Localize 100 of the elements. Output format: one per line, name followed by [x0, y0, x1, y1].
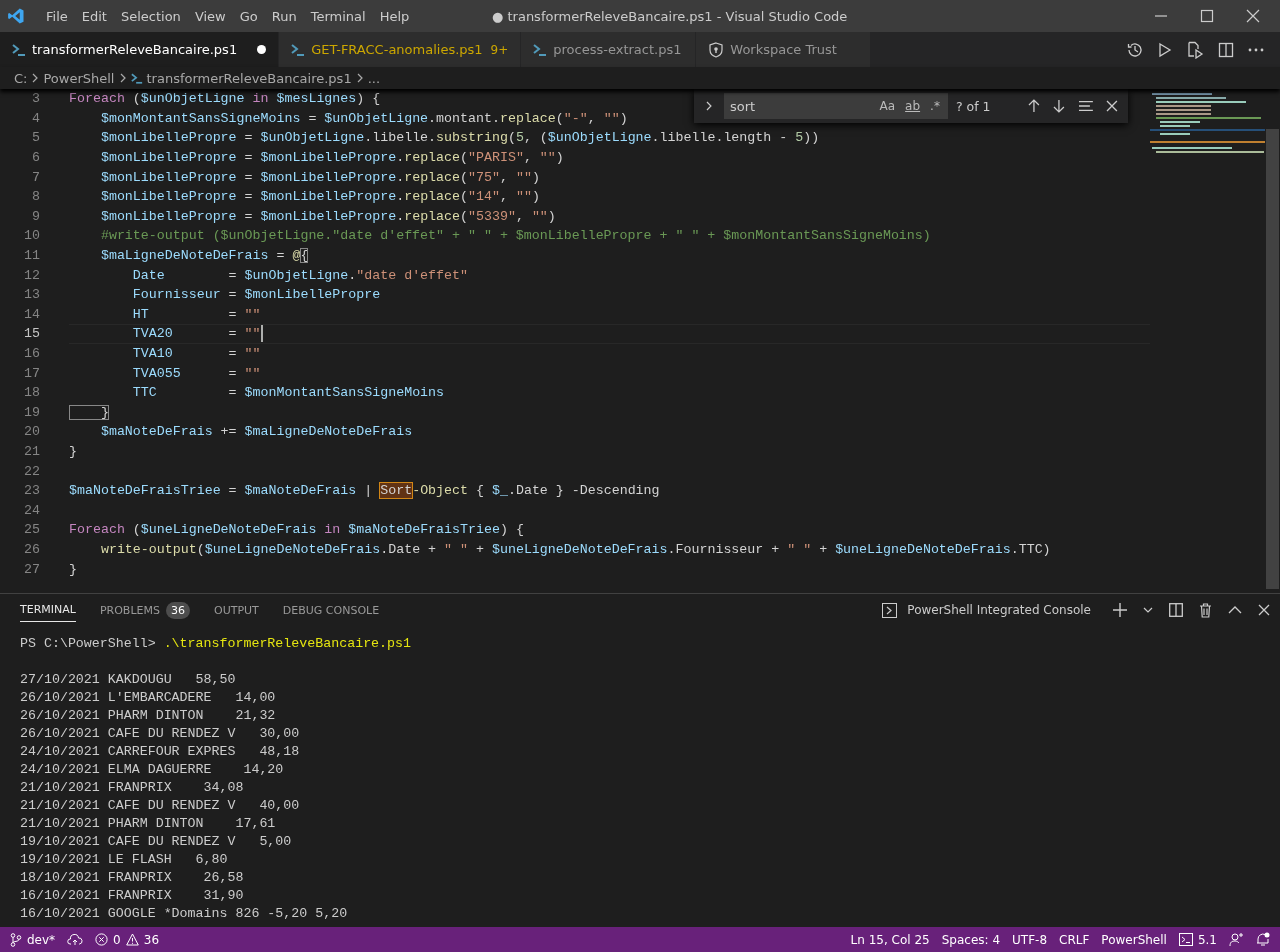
breadcrumb-item[interactable]: PowerShell	[43, 70, 115, 86]
terminal-output-line: 24/10/2021 CARREFOUR EXPRES 48,18	[20, 743, 300, 759]
arrow-down-icon[interactable]	[1052, 99, 1067, 113]
line-number: 13	[23, 287, 40, 303]
error-icon	[95, 933, 109, 946]
terminal-output-line: 21/10/2021 CAFE DU RENDEZ V 40,00	[20, 797, 300, 813]
version-status[interactable]: 5.1	[1178, 932, 1217, 947]
editor-tab[interactable]: GET-FRACC-anomalies.ps1 9+	[279, 32, 522, 67]
terminal-output-line: 18/10/2021 FRANPRIX 26,58	[20, 869, 244, 885]
terminal-output-line: 26/10/2021 PHARM DINTON 21,32	[20, 707, 276, 723]
code-line: $maNoteDeFrais += $maLigneDeNoteDeFrais	[99, 424, 413, 440]
menu-item[interactable]: Terminal	[303, 8, 373, 24]
find-option-toggle[interactable]: Aa	[877, 98, 898, 114]
lines-icon[interactable]	[1078, 100, 1095, 112]
branch-status[interactable]: dev*	[10, 932, 56, 947]
terminal-output-line: 16/10/2021 FRANPRIX 31,90	[20, 887, 244, 903]
code-line: TVA10 = ""	[131, 346, 261, 361]
chevron-down-icon[interactable]	[1143, 606, 1153, 614]
code-line: $monLibellePropre = $monLibellePropre.replace("5339", "")	[99, 208, 556, 224]
cloud-upload-icon[interactable]	[67, 933, 84, 946]
maximize-icon[interactable]	[1200, 9, 1214, 23]
chevron-icon	[31, 73, 40, 83]
line-number: 22	[23, 463, 40, 479]
bell-icon[interactable]	[1256, 932, 1270, 947]
editor-tab[interactable]: transformerReleveBancaire.ps1	[0, 32, 280, 67]
code-line: Foreach ($unObjetLigne in $mesLignes) {	[69, 91, 381, 107]
panel-tab[interactable]: OUTPUT	[214, 598, 259, 622]
line-number: 7	[31, 169, 40, 185]
terminal-icon	[882, 602, 898, 618]
menu-item[interactable]: Run	[264, 8, 304, 24]
breadcrumb-item[interactable]: C:	[14, 70, 28, 86]
code-line: Foreach ($uneLigneDeNoteDeFrais in $maNoteDeFraisTriee) {	[69, 522, 524, 538]
terminal-prompt-icon	[130, 72, 143, 84]
plus-icon[interactable]	[1113, 603, 1127, 617]
terminal-command: .\transformerReleveBancaire.ps1	[163, 635, 411, 651]
feedback-icon[interactable]	[1229, 932, 1244, 947]
trash-icon[interactable]	[1199, 602, 1212, 618]
line-number: 5	[31, 130, 40, 146]
match-count: ? of 1	[955, 98, 991, 114]
code-line: Date = $unObjetLigne."date d'effet"	[131, 267, 468, 283]
code-line: TTC = $monMontantSansSigneMoins	[131, 385, 445, 401]
status-item[interactable]: Ln 15, Col 25	[850, 932, 930, 947]
split-terminal-icon[interactable]	[1169, 603, 1183, 617]
problems-status[interactable]: 0 36	[95, 932, 160, 947]
code-line: $monLibellePropre = $monLibellePropre.replace("PARIS", "")	[99, 150, 564, 166]
terminal-output-line: 19/10/2021 CAFE DU RENDEZ V 5,00	[20, 833, 292, 849]
panel-tab[interactable]: PROBLEMS 36	[99, 598, 190, 622]
status-item[interactable]: PowerShell	[1101, 932, 1167, 947]
find-field[interactable]: sort Aa ab .*	[723, 93, 948, 119]
line-number: 15	[23, 326, 40, 342]
menu-item[interactable]: Go	[232, 8, 265, 24]
code-line: $monLibellePropre = $monLibellePropre.replace("75", "")	[99, 169, 540, 185]
find-option-toggle[interactable]: .*	[928, 98, 942, 114]
terminal-output-line: 26/10/2021 CAFE DU RENDEZ V 30,00	[20, 725, 300, 741]
close-icon[interactable]	[1258, 604, 1270, 616]
scrollbar-thumb[interactable]	[1266, 129, 1279, 589]
breadcrumb-item[interactable]: transformerReleveBancaire.ps1	[146, 70, 352, 86]
line-number: 6	[31, 150, 40, 166]
branch-icon	[10, 932, 22, 947]
split-editor-icon[interactable]	[1218, 41, 1234, 58]
find-option-toggle[interactable]: ab	[903, 98, 923, 114]
status-item[interactable]: UTF-8	[1012, 932, 1048, 947]
window-title: ● transformerReleveBancaire.ps1 - Visual Studio Code	[492, 8, 848, 24]
code-line: $monMontantSansSigneMoins = $unObjetLigne.montant.replace("-", "")	[99, 110, 628, 126]
run-file-icon[interactable]	[1186, 40, 1204, 59]
terminal-name[interactable]: PowerShell Integrated Console	[907, 603, 1091, 617]
menu-item[interactable]: File	[39, 8, 75, 24]
history-icon[interactable]	[1126, 40, 1144, 59]
close-icon[interactable]	[1246, 9, 1260, 23]
panel-tab[interactable]: TERMINAL	[20, 598, 76, 622]
code-line: $maNoteDeFraisTriee = $maNoteDeFrais | Sort-Object { $_.Date } -Descending	[69, 483, 660, 499]
line-number: 4	[31, 110, 40, 126]
line-number: 27	[23, 561, 40, 577]
code-line: $monLibellePropre = $unObjetLigne.libelle.substring(5, ($unObjetLigne.libelle.length - 5))	[99, 130, 820, 146]
run-icon[interactable]	[1158, 41, 1172, 58]
line-number: 9	[31, 208, 40, 224]
panel-tab[interactable]: DEBUG CONSOLE	[282, 598, 380, 622]
app-logo-icon	[7, 7, 25, 25]
terminal-output-line: 16/10/2021 GOOGLE *Domains 826 -5,20 5,20	[20, 905, 348, 921]
menu-item[interactable]: Help	[372, 8, 417, 24]
status-item[interactable]: CRLF	[1059, 932, 1090, 947]
breadcrumb-item[interactable]: ...	[367, 70, 381, 86]
line-number: 19	[23, 404, 40, 420]
chevron-icon	[118, 73, 127, 83]
editor-tab[interactable]: process-extract.ps1	[521, 32, 697, 67]
line-number: 17	[23, 365, 40, 381]
code-line: #write-output ($unObjetLigne."date d'effet" + " " + $monLibellePropre + " " + $monMontantSansSigneMoins)	[99, 228, 931, 244]
close-icon[interactable]	[1106, 100, 1118, 112]
menu-item[interactable]: Edit	[74, 8, 114, 24]
chevron-icon[interactable]	[704, 100, 714, 112]
status-item[interactable]: Spaces: 4	[941, 932, 1001, 947]
line-number: 25	[23, 522, 40, 538]
more-icon[interactable]	[1248, 47, 1264, 52]
menu-item[interactable]: View	[187, 8, 233, 24]
chevron-up-icon[interactable]	[1228, 606, 1242, 614]
editor-tab[interactable]: Workspace Trust	[696, 32, 872, 67]
menu-item[interactable]: Selection	[113, 8, 188, 24]
shield-icon	[708, 41, 725, 58]
arrow-up-icon[interactable]	[1026, 99, 1041, 113]
line-number: 12	[23, 267, 40, 283]
